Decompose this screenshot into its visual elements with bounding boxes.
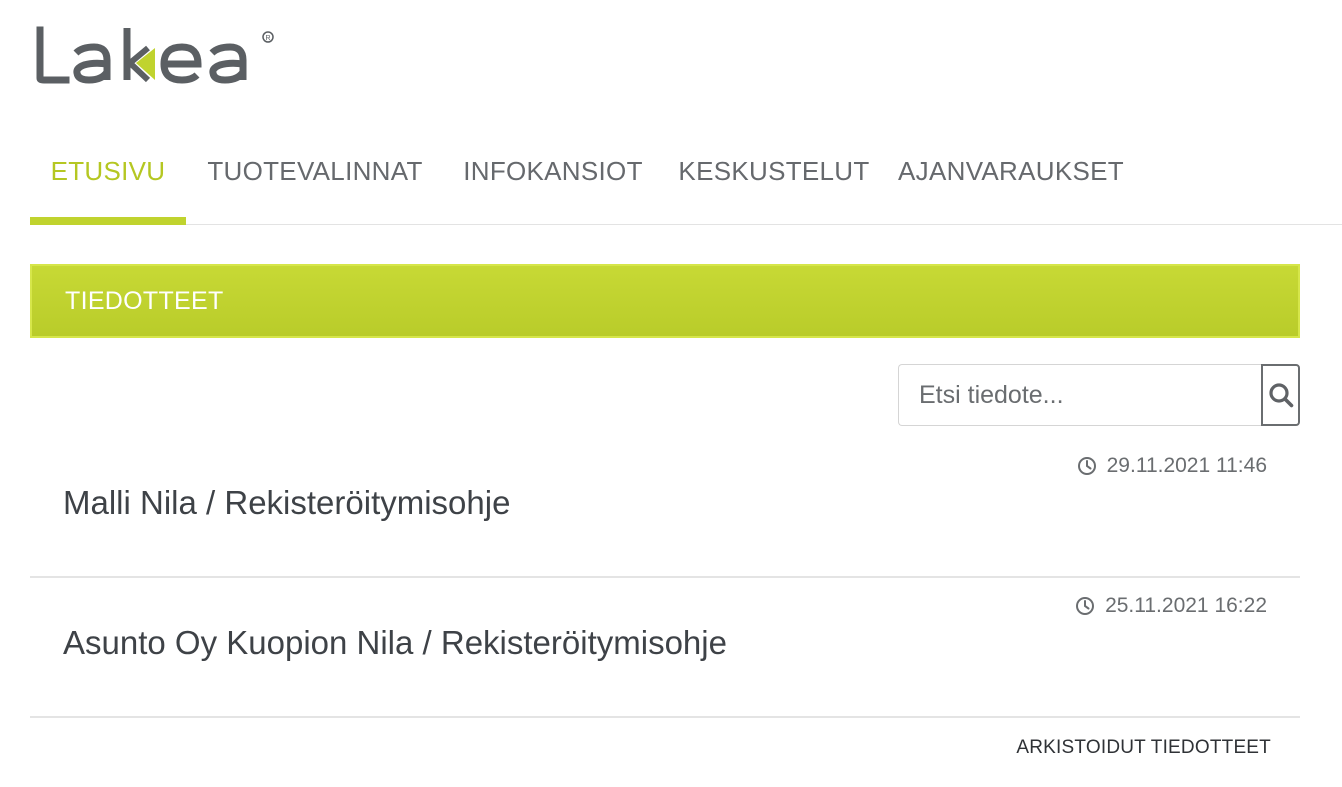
bulletin-date-text: 29.11.2021 11:46: [1106, 454, 1267, 477]
page: R ETUSIVU TUOTEVALINNAT INFOKANSIOT KESK…: [0, 0, 1342, 787]
bulletin-item[interactable]: 25.11.2021 16:22 Asunto Oy Kuopion Nila …: [30, 578, 1300, 718]
archived-bulletins-link[interactable]: ARKISTOIDUT TIEDOTTEET: [1016, 737, 1271, 759]
clock-icon: [1076, 597, 1095, 615]
bulletin-date-text: 25.11.2021 16:22: [1105, 594, 1267, 617]
lakea-logo[interactable]: R: [36, 22, 281, 88]
tab-infokansiot[interactable]: INFOKANSIOT: [455, 140, 651, 224]
section-title: TIEDOTTEET: [65, 287, 224, 315]
search-bar: [898, 364, 1300, 426]
svg-text:R: R: [266, 35, 271, 42]
tab-etusivu[interactable]: ETUSIVU: [30, 140, 186, 225]
bulletin-date: 29.11.2021 11:46: [1077, 454, 1267, 478]
clock-icon: [1077, 457, 1096, 475]
search-input[interactable]: [898, 364, 1261, 426]
bulletin-title[interactable]: Asunto Oy Kuopion Nila / Rekisteröitymis…: [63, 624, 727, 662]
main-nav: ETUSIVU TUOTEVALINNAT INFOKANSIOT KESKUS…: [30, 140, 1342, 225]
tab-keskustelut[interactable]: KESKUSTELUT: [678, 140, 870, 224]
bulletin-title[interactable]: Malli Nila / Rekisteröitymisohje: [63, 484, 510, 522]
tab-ajanvaraukset[interactable]: AJANVARAUKSET: [897, 140, 1125, 224]
search-button[interactable]: [1261, 364, 1300, 426]
section-header: TIEDOTTEET: [30, 264, 1300, 338]
bulletin-date: 25.11.2021 16:22: [1075, 594, 1267, 618]
search-icon: [1268, 383, 1293, 408]
tab-tuotevalinnat[interactable]: TUOTEVALINNAT: [200, 140, 430, 224]
bulletin-item[interactable]: 29.11.2021 11:46 Malli Nila / Rekisteröi…: [30, 438, 1300, 578]
